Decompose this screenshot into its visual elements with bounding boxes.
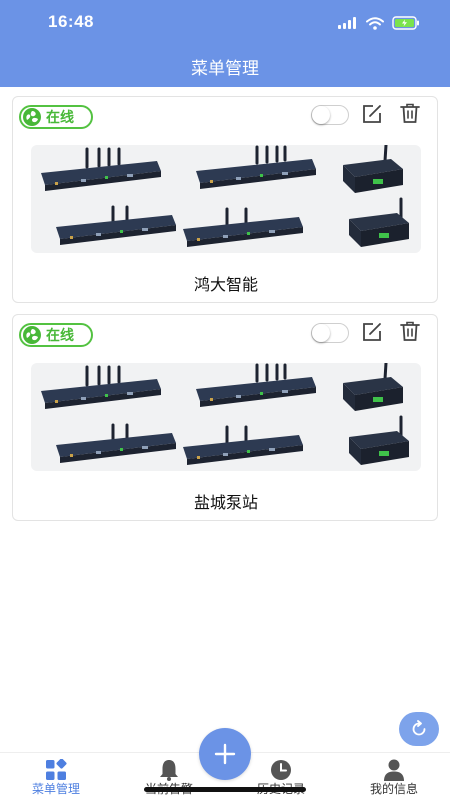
product-image [31,363,421,471]
clock-icon [271,760,291,780]
plus-icon [214,743,236,765]
trash-icon[interactable] [399,102,421,124]
tab-label: 菜单管理 [31,782,80,796]
tab-label: 我的信息 [369,782,418,796]
refresh-icon [412,720,426,736]
battery-icon [392,16,419,30]
app-header: 16:48 菜单管理 [0,0,450,87]
status-bar: 16:48 [0,0,450,48]
trash-icon[interactable] [399,320,421,342]
signal-icon [338,17,356,29]
page-title: 菜单管理 [191,59,259,79]
tab-my-info[interactable]: 我的信息 [349,753,439,800]
edit-icon[interactable] [361,103,383,125]
device-enable-toggle[interactable] [311,105,349,125]
refresh-button[interactable] [399,712,439,746]
status-time: 16:48 [48,12,94,31]
device-card[interactable]: 在线 [12,96,438,303]
home-indicator [144,787,306,792]
toggle-knob [312,106,330,124]
device-card[interactable]: 在线 [12,314,438,521]
device-name: 鸿大智能 [193,275,258,294]
brand-logo-icon [23,326,41,344]
tab-menu-management[interactable]: 菜单管理 [11,753,101,800]
wifi-icon [366,16,384,30]
status-text: 在线 [46,328,74,344]
brand-logo-icon [23,108,41,126]
online-status-badge: 在线 [19,105,93,129]
status-icons [338,16,420,30]
edit-icon[interactable] [361,321,383,343]
online-status-badge: 在线 [19,323,93,347]
user-icon [384,759,404,781]
toggle-knob [312,324,330,342]
device-enable-toggle[interactable] [311,323,349,343]
add-device-button[interactable] [199,728,251,780]
bell-icon [160,760,178,781]
status-text: 在线 [46,110,74,126]
grid-icon [46,759,67,780]
product-image [31,145,421,253]
device-name: 盐城泵站 [193,493,258,512]
